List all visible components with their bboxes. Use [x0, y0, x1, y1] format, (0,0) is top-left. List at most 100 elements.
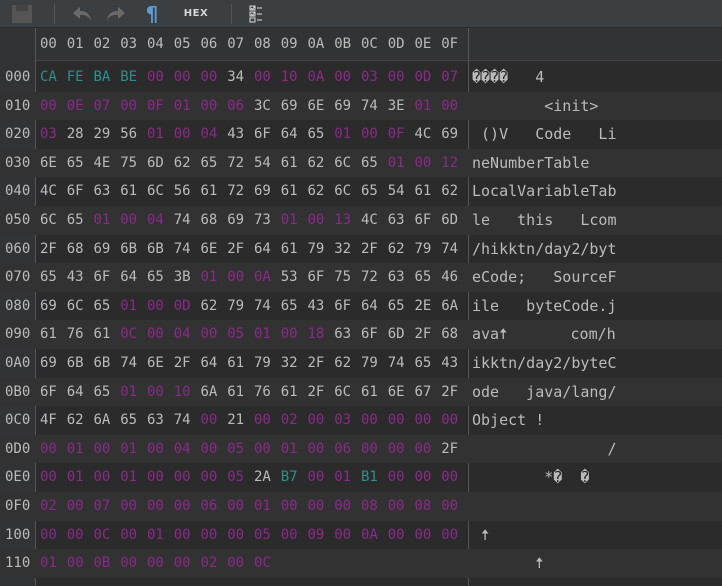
redo-button[interactable]	[99, 0, 133, 28]
hex-byte[interactable]: 69	[227, 206, 249, 234]
hex-byte[interactable]: 69	[40, 349, 62, 377]
hex-byte[interactable]: 6F	[254, 120, 276, 148]
hex-byte[interactable]: 00	[415, 435, 437, 463]
hex-row[interactable]: 080 69 6C 65 01 00 0D 62 79 74 65 43 6F 64 65 2E 6A ile b…	[0, 292, 722, 321]
hex-byte[interactable]: 00	[415, 406, 437, 434]
hex-byte[interactable]: 43	[67, 263, 89, 291]
hex-byte[interactable]: 2F	[227, 235, 249, 263]
hex-byte[interactable]: 74	[361, 92, 383, 120]
hex-row[interactable]: 050 6C 65 01 00 04 74 68 69 73 01 00 13 4C 63 6F 6D le th…	[0, 206, 722, 235]
hex-byte[interactable]: 61	[281, 378, 303, 406]
hex-byte[interactable]: 61	[281, 235, 303, 263]
hex-byte[interactable]: 00	[227, 263, 249, 291]
hex-byte[interactable]: 65	[308, 120, 330, 148]
hex-byte[interactable]: 6C	[67, 292, 89, 320]
hex-byte[interactable]: 6E	[201, 235, 223, 263]
hex-byte[interactable]: 6D	[441, 206, 463, 234]
hex-byte[interactable]: 34	[227, 63, 249, 91]
hex-byte[interactable]: 69	[441, 120, 463, 148]
hex-byte[interactable]: 65	[201, 149, 223, 177]
hex-byte[interactable]: 6E	[388, 378, 410, 406]
hex-byte[interactable]: 01	[334, 120, 356, 148]
hex-byte[interactable]: 6A	[94, 406, 116, 434]
hex-byte[interactable]: 43	[308, 292, 330, 320]
hex-byte[interactable]: 00	[174, 492, 196, 520]
hex-byte[interactable]: 09	[308, 521, 330, 549]
hex-row[interactable]: 0F0 02 00 07 00 00 00 06 00 01 00 00 00 08 00 08 00	[0, 492, 722, 521]
hex-byte[interactable]: 07	[441, 63, 463, 91]
hex-byte[interactable]: 00	[67, 549, 89, 577]
hex-byte[interactable]: 00	[388, 521, 410, 549]
hex-byte[interactable]: 61	[361, 378, 383, 406]
hex-byte[interactable]: 01	[40, 549, 62, 577]
hex-byte[interactable]: 6F	[94, 263, 116, 291]
hex-byte[interactable]: 18	[308, 320, 330, 348]
hex-byte[interactable]: 06	[334, 435, 356, 463]
ascii-text[interactable]: le this Lcom	[472, 206, 720, 234]
hex-byte[interactable]: 00	[120, 549, 142, 577]
hex-byte[interactable]: 00	[67, 521, 89, 549]
hex-row[interactable]: 110 01 00 0B 00 00 00 02 00 0C 🠅	[0, 549, 722, 578]
hex-byte[interactable]: 72	[227, 149, 249, 177]
hex-row[interactable]: 0A0 69 6B 6B 74 6E 2F 64 61 79 32 2F 62 79 74 65 43 ikktn…	[0, 349, 722, 378]
hex-byte[interactable]: 2F	[308, 349, 330, 377]
hex-byte[interactable]: 00	[361, 435, 383, 463]
hex-byte[interactable]: 00	[201, 63, 223, 91]
hex-byte[interactable]: 01	[147, 120, 169, 148]
hex-byte[interactable]: 06	[201, 492, 223, 520]
hex-byte[interactable]: 69	[254, 177, 276, 205]
hex-byte[interactable]: 67	[415, 378, 437, 406]
hex-byte[interactable]: 03	[40, 120, 62, 148]
ascii-text[interactable]: ode java/lang/	[472, 378, 720, 406]
hex-byte[interactable]: 08	[361, 492, 383, 520]
hex-byte[interactable]: 00	[201, 406, 223, 434]
hex-byte[interactable]: 00	[120, 492, 142, 520]
hex-byte[interactable]: 02	[201, 549, 223, 577]
hex-byte[interactable]: 01	[94, 206, 116, 234]
ascii-text[interactable]: LocalVariableTab	[472, 177, 720, 205]
hex-byte[interactable]: 61	[201, 177, 223, 205]
hex-byte[interactable]: 65	[415, 349, 437, 377]
hex-byte[interactable]: CA	[40, 63, 62, 91]
hex-byte[interactable]: 65	[415, 263, 437, 291]
hex-byte[interactable]: 00	[415, 149, 437, 177]
hex-byte[interactable]: 6A	[441, 292, 463, 320]
hex-byte[interactable]: 05	[227, 435, 249, 463]
hex-byte[interactable]: 65	[120, 406, 142, 434]
hex-byte[interactable]: 2F	[415, 320, 437, 348]
hex-row[interactable]: 020 03 28 29 56 01 00 04 43 6F 64 65 01 00 0F 4C 69 ()V …	[0, 120, 722, 149]
hex-byte[interactable]: 00	[147, 435, 169, 463]
hex-byte[interactable]: 74	[388, 349, 410, 377]
hex-byte[interactable]: 01	[281, 206, 303, 234]
hex-byte[interactable]: 6F	[361, 320, 383, 348]
hex-byte[interactable]: 00	[254, 63, 276, 91]
hex-byte[interactable]: 64	[361, 292, 383, 320]
hex-byte[interactable]: 62	[388, 235, 410, 263]
hex-row[interactable]: 0E0 00 01 00 01 00 00 00 05 2A B7 00 01 B1 00 00 00 *� �	[0, 463, 722, 492]
hex-byte[interactable]: 2F	[308, 378, 330, 406]
hex-byte[interactable]: 00	[147, 492, 169, 520]
ascii-text[interactable]: *� �	[472, 463, 720, 491]
hex-byte[interactable]: 04	[201, 120, 223, 148]
hex-row[interactable]: 060 2F 68 69 6B 6B 74 6E 2F 64 61 79 32 2F 62 79 74/hikk…	[0, 235, 722, 264]
hex-byte[interactable]: BA	[94, 63, 116, 91]
hex-byte[interactable]: 61	[415, 177, 437, 205]
hex-byte[interactable]: 00	[441, 463, 463, 491]
hex-byte[interactable]: 01	[67, 435, 89, 463]
hex-row[interactable]: 070 65 43 6F 64 65 3B 01 00 0A 53 6F 75 72 63 65 46 eCode…	[0, 263, 722, 292]
hex-byte[interactable]: 00	[174, 463, 196, 491]
hex-byte[interactable]: 62	[334, 349, 356, 377]
hex-byte[interactable]: 00	[388, 63, 410, 91]
hex-byte[interactable]: 69	[281, 92, 303, 120]
hex-byte[interactable]: 6D	[147, 149, 169, 177]
hex-byte[interactable]: 00	[120, 92, 142, 120]
hex-byte[interactable]: 01	[174, 92, 196, 120]
ascii-text[interactable]: eCode; SourceF	[472, 263, 720, 291]
hex-byte[interactable]: 64	[67, 378, 89, 406]
hex-byte[interactable]: 4E	[94, 149, 116, 177]
ascii-text[interactable]: <init>	[472, 92, 720, 120]
hex-byte[interactable]: 63	[388, 206, 410, 234]
hex-byte[interactable]: 0C	[120, 320, 142, 348]
hex-byte[interactable]: 61	[120, 177, 142, 205]
hex-byte[interactable]: 00	[147, 320, 169, 348]
